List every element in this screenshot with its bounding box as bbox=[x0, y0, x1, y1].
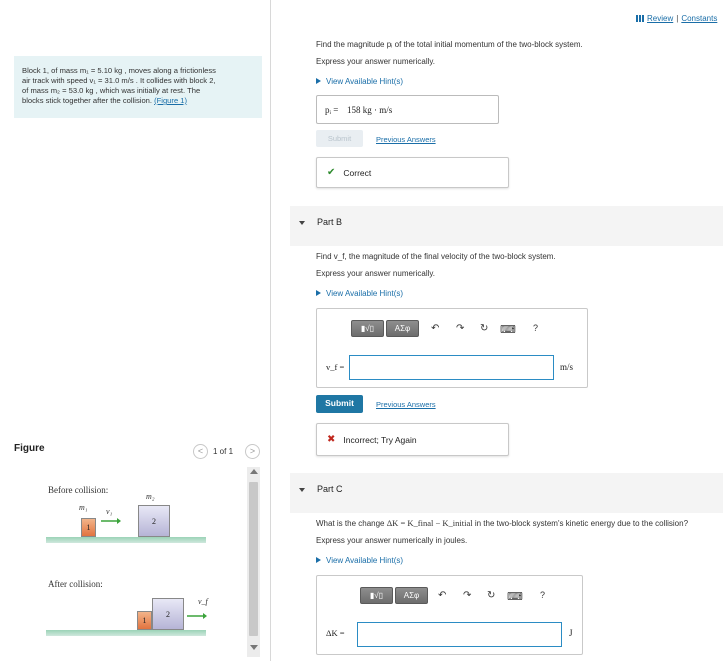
redo-icon[interactable]: ↷ bbox=[463, 590, 471, 601]
after-collision-title: After collision: bbox=[48, 579, 103, 589]
reset-icon[interactable]: ↻ bbox=[480, 323, 488, 334]
part-a-feedback: ✔ Correct bbox=[316, 157, 509, 188]
part-b-answer-panel: ▮√▯ ΑΣφ ↶ ↷ ↻ ⌨ ? v_f = m/s bbox=[316, 308, 588, 388]
block-2-after: 2 bbox=[152, 598, 184, 630]
part-a-submit-button[interactable]: Submit bbox=[316, 130, 363, 147]
part-b-input-label: v_f = bbox=[326, 362, 345, 372]
cross-icon: ✖ bbox=[327, 434, 336, 445]
part-b-hints-label: View Available Hint(s) bbox=[326, 289, 404, 298]
velocity-arrow-icon bbox=[101, 518, 121, 524]
part-b-instruction: Express your answer numerically. bbox=[316, 269, 436, 278]
problem-statement: Block 1, of mass m₁ = 5.10 kg , moves al… bbox=[14, 56, 262, 118]
part-c-question-math: ΔK = K_final − K_initial bbox=[386, 518, 473, 528]
part-a-instruction: Express your answer numerically. bbox=[316, 57, 436, 66]
part-a-previous-answers-link[interactable]: Previous Answers bbox=[376, 135, 436, 144]
header-separator: | bbox=[676, 14, 679, 23]
symbols-button[interactable]: ΑΣφ bbox=[395, 587, 428, 604]
part-b-feedback: ✖ Incorrect; Try Again bbox=[316, 423, 509, 456]
help-icon[interactable]: ? bbox=[533, 323, 538, 333]
part-c-header[interactable]: Part C bbox=[290, 473, 723, 513]
problem-line-3: of mass m₂ = 53.0 kg , which was initial… bbox=[22, 86, 201, 95]
figure-scrollbar-thumb[interactable] bbox=[249, 482, 258, 636]
vf-label: v_f bbox=[198, 597, 208, 606]
expand-triangle-icon bbox=[316, 78, 321, 84]
templates-button[interactable]: ▮√▯ bbox=[351, 320, 384, 337]
part-c-hints-toggle[interactable]: View Available Hint(s) bbox=[316, 556, 403, 565]
v1-label: v₁ bbox=[106, 507, 113, 516]
figure-link[interactable]: (Figure 1) bbox=[154, 96, 187, 105]
undo-icon[interactable]: ↶ bbox=[431, 323, 439, 334]
problem-line-4: blocks stick together after the collisio… bbox=[22, 96, 254, 106]
part-c-answer-panel: ▮√▯ ΑΣφ ↶ ↷ ↻ ⌨ ? ΔK = J bbox=[316, 575, 583, 655]
part-a-question: Find the magnitude pᵢ of the total initi… bbox=[316, 40, 583, 49]
part-c-instruction: Express your answer numerically in joule… bbox=[316, 536, 468, 545]
review-link[interactable]: Review bbox=[647, 14, 673, 23]
part-a-answer-value: 158 kg · m/s bbox=[347, 105, 393, 115]
keyboard-icon[interactable]: ⌨ bbox=[507, 590, 523, 603]
part-a-hints-label: View Available Hint(s) bbox=[326, 77, 404, 86]
air-track-after bbox=[46, 630, 206, 636]
part-b-feedback-text: Incorrect; Try Again bbox=[343, 434, 417, 445]
scroll-up-icon[interactable] bbox=[250, 469, 258, 474]
part-a-feedback-text: Correct bbox=[343, 167, 372, 178]
part-c-input-label: ΔK = bbox=[326, 628, 345, 638]
part-b-hints-toggle[interactable]: View Available Hint(s) bbox=[316, 289, 403, 298]
panel-divider bbox=[270, 0, 271, 661]
velocity-arrow-icon bbox=[187, 613, 207, 619]
figure-prev-button[interactable]: < bbox=[193, 444, 208, 459]
part-a-hints-toggle[interactable]: View Available Hint(s) bbox=[316, 77, 403, 86]
problem-line-1: Block 1, of mass m₁ = 5.10 kg , moves al… bbox=[22, 66, 216, 75]
figure-next-button[interactable]: > bbox=[245, 444, 260, 459]
problem-line-4-text: blocks stick together after the collisio… bbox=[22, 96, 155, 105]
keyboard-icon[interactable]: ⌨ bbox=[500, 323, 516, 336]
undo-icon[interactable]: ↶ bbox=[438, 590, 446, 601]
collapse-caret-icon bbox=[299, 488, 305, 492]
expand-triangle-icon bbox=[316, 290, 321, 296]
part-c-question: What is the change ΔK = K_final − K_init… bbox=[316, 518, 688, 528]
review-bars-icon bbox=[636, 15, 644, 22]
part-a-answer-box: pᵢ = 158 kg · m/s bbox=[316, 95, 499, 124]
block-2-before: 2 bbox=[138, 505, 170, 537]
part-b-header[interactable]: Part B bbox=[290, 206, 723, 246]
symbols-button[interactable]: ΑΣφ bbox=[386, 320, 419, 337]
redo-icon[interactable]: ↷ bbox=[456, 323, 464, 334]
before-collision-title: Before collision: bbox=[48, 485, 109, 495]
scroll-down-icon[interactable] bbox=[250, 645, 258, 650]
part-c-answer-input[interactable] bbox=[357, 622, 562, 647]
m2-label: m₂ bbox=[146, 492, 155, 501]
part-b-unit: m/s bbox=[560, 362, 574, 372]
constants-link[interactable]: Constants bbox=[681, 14, 717, 23]
review-constants-bar: Review | Constants bbox=[636, 14, 717, 23]
figure-counter: 1 of 1 bbox=[213, 447, 234, 456]
part-c-title: Part C bbox=[317, 484, 343, 494]
problem-line-2: air track with speed v₁ = 31.0 m/s . It … bbox=[22, 76, 216, 85]
part-c-question-prefix: What is the change bbox=[316, 519, 387, 528]
part-b-previous-answers-link[interactable]: Previous Answers bbox=[376, 400, 436, 409]
part-c-hints-label: View Available Hint(s) bbox=[326, 556, 404, 565]
collapse-caret-icon bbox=[299, 221, 305, 225]
part-c-question-suffix: in the two-block system's kinetic energy… bbox=[472, 519, 689, 528]
part-b-submit-button[interactable]: Submit bbox=[316, 395, 363, 413]
figure-label: Figure bbox=[14, 443, 45, 454]
air-track-before bbox=[46, 537, 206, 543]
reset-icon[interactable]: ↻ bbox=[487, 590, 495, 601]
help-icon[interactable]: ? bbox=[540, 590, 545, 600]
templates-button[interactable]: ▮√▯ bbox=[360, 587, 393, 604]
expand-triangle-icon bbox=[316, 557, 321, 563]
part-c-unit: J bbox=[569, 628, 573, 638]
part-b-answer-input[interactable] bbox=[349, 355, 554, 380]
m1-label: m₁ bbox=[79, 503, 88, 512]
check-icon: ✔ bbox=[327, 167, 336, 178]
part-b-title: Part B bbox=[317, 217, 343, 227]
block-1-before: 1 bbox=[81, 518, 96, 537]
part-b-question: Find v_f, the magnitude of the final vel… bbox=[316, 252, 556, 261]
part-a-answer-label: pᵢ = bbox=[325, 105, 339, 115]
block-1-after: 1 bbox=[137, 611, 152, 630]
